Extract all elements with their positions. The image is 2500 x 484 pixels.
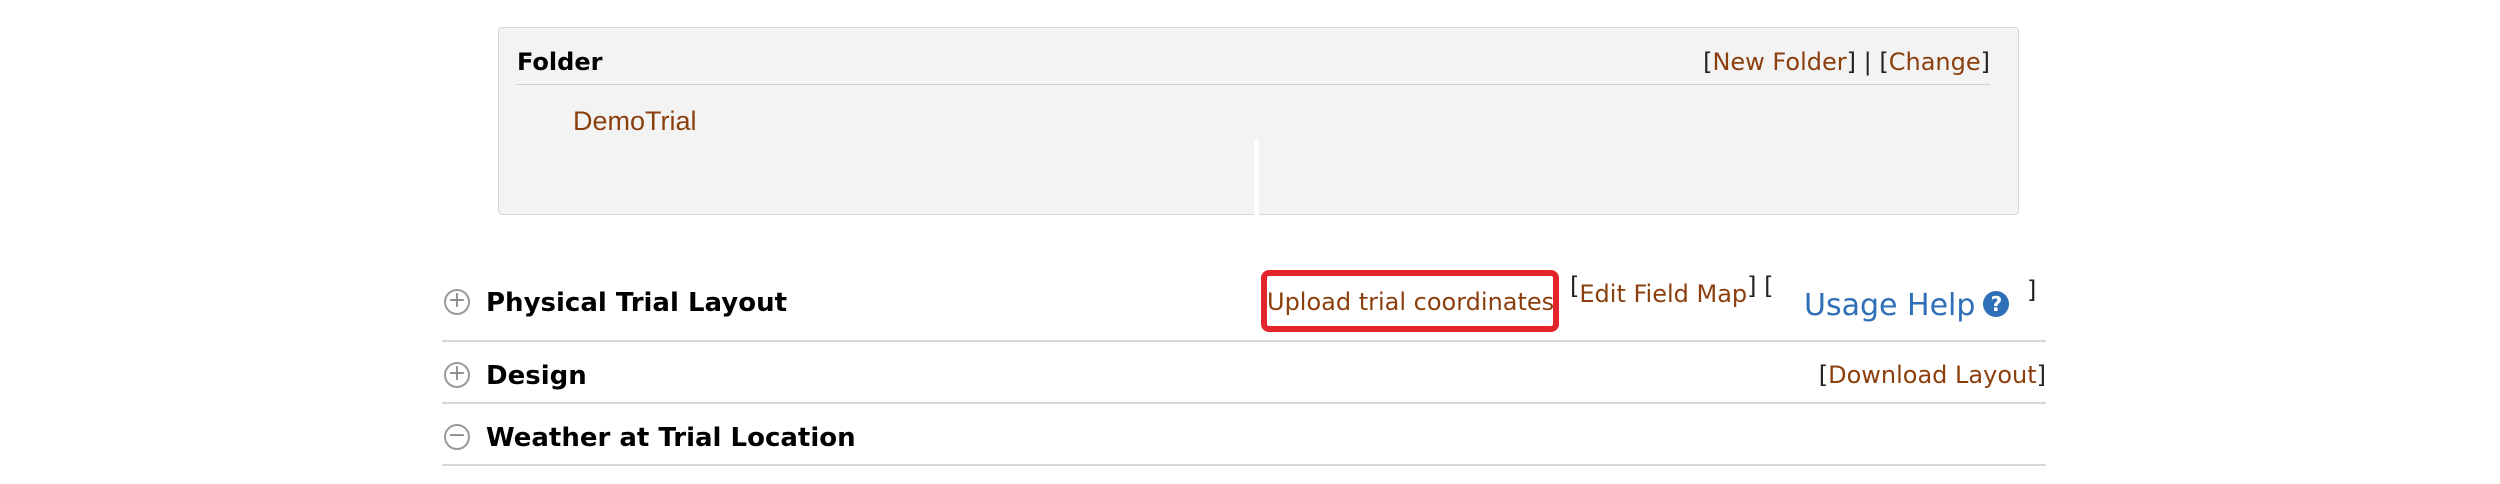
folder-item-link[interactable]: DemoTrial — [573, 106, 697, 137]
expand-icon[interactable]: + — [444, 362, 470, 388]
section-title[interactable]: Physical Trial Layout — [486, 288, 787, 318]
folder-panel: Folder [New Folder] | [Change] DemoTrial — [498, 27, 2019, 216]
expand-icon[interactable]: + — [444, 289, 470, 315]
download-layout-link[interactable]: Download Layout — [1828, 361, 2037, 389]
section-design: + Design [Download Layout] — [442, 342, 2046, 404]
folder-divider — [517, 84, 1990, 85]
download-layout-group: [Download Layout] — [1818, 361, 2046, 389]
new-folder-link[interactable]: New Folder — [1712, 48, 1846, 76]
section-title[interactable]: Weather at Trial Location — [486, 423, 856, 453]
separator: | — [1863, 48, 1872, 76]
question-circle-icon: ? — [1983, 290, 2010, 317]
folder-title: Folder — [517, 48, 603, 76]
usage-help-link[interactable]: Usage Help? — [1804, 288, 2010, 323]
section-weather-at-trial-location: − Weather at Trial Location — [442, 404, 2046, 466]
edit-field-map-group: [Edit Field Map] [ — [1570, 272, 1774, 308]
folder-actions: [New Folder] | [Change] — [1703, 48, 1990, 76]
bracket-close: ] — [2027, 276, 2037, 304]
section-title[interactable]: Design — [486, 361, 587, 391]
edit-field-map-link[interactable]: Edit Field Map — [1579, 280, 1747, 308]
change-folder-link[interactable]: Change — [1889, 48, 1981, 76]
collapse-icon[interactable]: − — [444, 424, 470, 450]
usage-help-label: Usage Help — [1804, 288, 1976, 323]
upload-trial-coordinates-link[interactable]: Upload trial coordinates — [1267, 288, 1554, 316]
folder-splitter — [1254, 140, 1259, 216]
